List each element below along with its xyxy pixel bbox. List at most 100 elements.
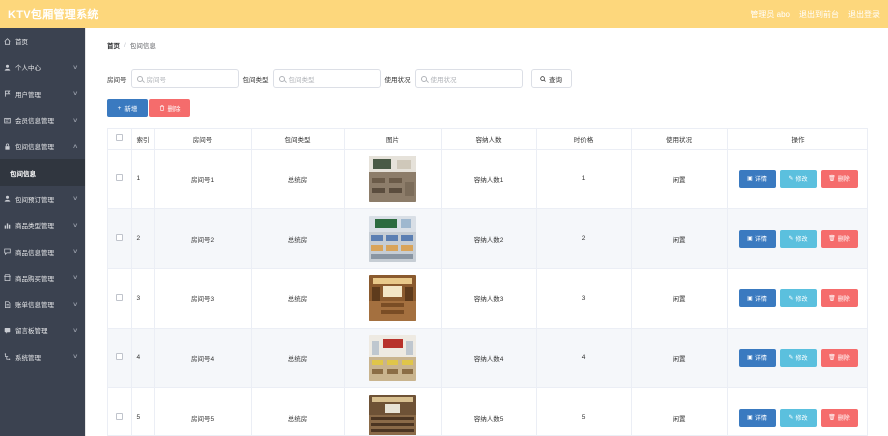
chevron-up-icon: ∧ [71, 143, 78, 150]
sidebar-item-member-info[interactable]: 会员信息管理 ∨ [0, 107, 85, 133]
delete-button[interactable]: 🗑 删除 [820, 229, 858, 248]
detail-button-label: 详情 [754, 237, 767, 244]
back-to-frontend-link[interactable]: 退出到前台 [799, 9, 839, 20]
flag-icon [4, 90, 11, 97]
sidebar-item-goods-info[interactable]: 商品信息管理 ∨ [0, 238, 85, 264]
batch-delete-button[interactable]: 删除 [149, 99, 190, 117]
add-button[interactable]: + 新增 [107, 99, 148, 117]
sidebar-item-goods-type[interactable]: 商品类型管理 ∨ [0, 212, 85, 238]
column-header: 时价格 [536, 129, 632, 150]
table-row: 3 房间号3 总统房 容纳人数3 3 闲置 ▣ 详情 ✎ 修改 🗑 删除 [108, 268, 867, 329]
row-status: 闲置 [631, 328, 728, 389]
delete-button[interactable]: 🗑 删除 [820, 348, 858, 367]
row-price: 5 [536, 387, 632, 435]
detail-button-label: 详情 [754, 416, 767, 423]
detail-icon: ▣ [747, 236, 753, 243]
row-capacity: 容纳人数5 [441, 387, 537, 435]
row-capacity: 容纳人数3 [441, 268, 537, 329]
trash-icon: 🗑 [828, 236, 836, 243]
detail-button[interactable]: ▣ 详情 [738, 408, 776, 427]
edit-button-label: 修改 [795, 296, 808, 303]
edit-button[interactable]: ✎ 修改 [779, 408, 817, 427]
row-room-number: 房间号1 [154, 149, 252, 210]
doc-icon [4, 300, 11, 308]
row-checkbox[interactable] [115, 174, 123, 182]
row-room-number: 房间号4 [154, 328, 252, 389]
sidebar-item-room-info[interactable]: 包间信息管理 ∧ [0, 133, 85, 159]
top-bar: KTV包厢管理系统 管理员 abo 退出到前台 退出登录 [0, 0, 888, 28]
edit-button[interactable]: ✎ 修改 [779, 348, 817, 367]
sidebar-item-personal-center[interactable]: 个人中心 ∨ [0, 54, 85, 80]
sidebar-item-label: 商品类型管理 [15, 223, 54, 231]
room-photo[interactable] [369, 394, 416, 436]
main-content: 首页 / 包间信息 房间号 房间号 包间类型 包间类型 使用状况 使用状况 查询… [85, 28, 888, 436]
detail-button[interactable]: ▣ 详情 [738, 169, 776, 188]
admin-user-link[interactable]: 管理员 abo [750, 9, 790, 20]
table-row: 2 房间号2 总统房 容纳人数2 2 闲置 ▣ 详情 ✎ 修改 🗑 删除 [108, 208, 867, 269]
sidebar-item-goods-purchase[interactable]: 商品购买管理 ∨ [0, 265, 85, 291]
row-index: 1 [131, 149, 155, 210]
delete-button[interactable]: 🗑 删除 [820, 289, 858, 308]
edit-button-label: 修改 [795, 356, 808, 363]
room-number-placeholder: 房间号 [146, 76, 167, 84]
row-checkbox[interactable] [115, 413, 123, 421]
room-type-input[interactable]: 包间类型 [272, 69, 381, 88]
edit-button[interactable]: ✎ 修改 [779, 289, 817, 308]
sidebar-item-user-management[interactable]: 用户管理 ∨ [0, 81, 85, 107]
row-room-type: 总统房 [251, 149, 345, 210]
select-all-checkbox[interactable] [115, 134, 123, 142]
room-number-input[interactable]: 房间号 [130, 69, 239, 88]
sidebar-item-bill-info[interactable]: 账单信息管理 ∨ [0, 291, 85, 317]
row-room-type: 总统房 [251, 208, 345, 269]
sidebar-item-system[interactable]: 系统管理 ∨ [0, 344, 85, 370]
sidebar-item-booking[interactable]: 包间预订管理 ∨ [0, 186, 85, 212]
room-photo[interactable] [369, 275, 416, 322]
row-status: 闲置 [631, 387, 728, 435]
edit-button-label: 修改 [795, 416, 808, 423]
row-price: 3 [536, 268, 632, 329]
delete-button-label: 删除 [837, 356, 850, 363]
row-capacity: 容纳人数1 [441, 149, 537, 210]
detail-button[interactable]: ▣ 详情 [738, 348, 776, 367]
chevron-down-icon: ∨ [71, 327, 78, 334]
sidebar-item-message-board[interactable]: 留言板管理 ∨ [0, 317, 85, 343]
chevron-down-icon: ∨ [71, 222, 78, 229]
shop-icon [4, 274, 11, 282]
sidebar-item-label: 账单信息管理 [15, 302, 54, 310]
room-photo[interactable] [369, 155, 416, 202]
delete-button[interactable]: 🗑 删除 [820, 408, 858, 427]
room-number-label: 房间号 [107, 76, 127, 84]
table-row: 1 房间号1 总统房 容纳人数1 1 闲置 ▣ 详情 ✎ 修改 🗑 删除 [108, 149, 867, 210]
row-checkbox[interactable] [115, 234, 123, 242]
row-room-type: 总统房 [251, 387, 345, 435]
sidebar-item-label: 商品购买管理 [15, 275, 54, 283]
detail-button[interactable]: ▣ 详情 [738, 229, 776, 248]
detail-button[interactable]: ▣ 详情 [738, 289, 776, 308]
delete-button-label: 删除 [837, 237, 850, 244]
row-index: 3 [131, 268, 155, 329]
query-button[interactable]: 查询 [530, 69, 572, 88]
logout-link[interactable]: 退出登录 [848, 9, 880, 20]
detail-icon: ▣ [747, 355, 753, 362]
row-status: 闲置 [631, 208, 728, 269]
edit-button[interactable]: ✎ 修改 [779, 169, 817, 188]
select-all-header[interactable] [108, 129, 132, 150]
sidebar-item-label: 会员信息管理 [15, 118, 54, 126]
edit-button[interactable]: ✎ 修改 [779, 229, 817, 248]
sidebar-subitem-room-info[interactable]: 包间信息 [0, 159, 85, 186]
sidebar-item-home[interactable]: 首页 [0, 28, 85, 54]
add-button-label: 新增 [124, 106, 138, 113]
row-checkbox[interactable] [115, 293, 123, 301]
usage-status-input[interactable]: 使用状况 [414, 69, 523, 88]
trash-icon [159, 105, 164, 111]
delete-button[interactable]: 🗑 删除 [820, 169, 858, 188]
breadcrumb-home[interactable]: 首页 [107, 40, 120, 50]
breadcrumb: 首页 / 包间信息 [107, 40, 156, 51]
room-photo[interactable] [369, 334, 416, 381]
lock-icon [4, 143, 11, 150]
row-checkbox[interactable] [115, 353, 123, 361]
room-photo[interactable] [369, 215, 416, 262]
search-icon [420, 75, 427, 82]
row-actions: ▣ 详情 ✎ 修改 🗑 删除 [727, 149, 867, 210]
trash-icon: 🗑 [828, 295, 836, 302]
